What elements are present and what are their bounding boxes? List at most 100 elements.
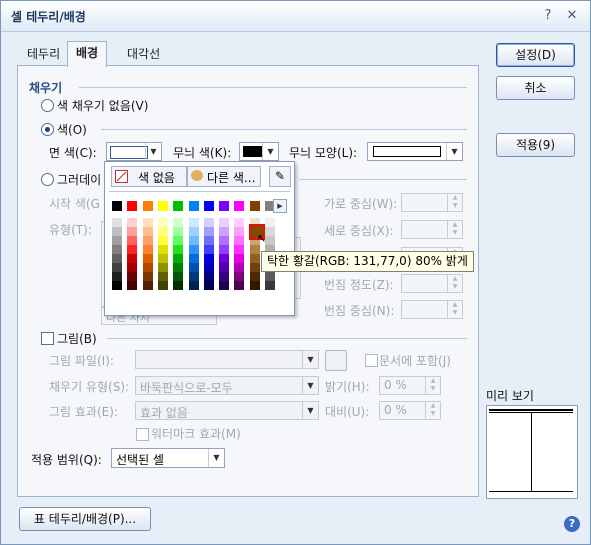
- color-swatch[interactable]: [265, 227, 275, 236]
- brightness-spinner[interactable]: 0 % ▲ ▼: [379, 376, 441, 395]
- gradient-radio[interactable]: [41, 173, 54, 186]
- color-swatch[interactable]: [142, 263, 153, 272]
- color-swatch[interactable]: [203, 227, 214, 236]
- color-swatch[interactable]: [157, 236, 168, 245]
- pattern-shape-picker[interactable]: ▼: [367, 142, 463, 161]
- color-swatch[interactable]: [127, 263, 138, 272]
- color-swatch[interactable]: [265, 272, 275, 281]
- table-border-background-button[interactable]: 표 테두리/배경(P)...: [19, 507, 151, 531]
- apply-scope-combo[interactable]: 선택된 셀 ▼: [111, 448, 225, 468]
- color-swatch[interactable]: [112, 201, 122, 211]
- color-swatch[interactable]: [219, 227, 230, 236]
- color-swatch[interactable]: [234, 236, 245, 245]
- fill-type-combo[interactable]: 바둑판식으로-모두 ▼: [135, 376, 319, 395]
- tab-background[interactable]: 배경: [67, 41, 108, 67]
- h-center-spinner[interactable]: ▲ ▼: [401, 193, 463, 212]
- color-swatch[interactable]: [142, 245, 153, 254]
- color-swatch[interactable]: [203, 272, 214, 281]
- color-swatch[interactable]: [234, 254, 245, 263]
- eyedropper-icon[interactable]: ✎: [269, 166, 291, 187]
- color-swatch[interactable]: [234, 201, 245, 211]
- color-swatch[interactable]: [234, 281, 245, 290]
- blur-degree-spinner[interactable]: ▲ ▼: [401, 274, 463, 293]
- color-swatch[interactable]: [219, 263, 230, 272]
- no-fill-radio[interactable]: [41, 99, 54, 112]
- color-swatch[interactable]: [173, 281, 184, 290]
- color-swatch[interactable]: [173, 201, 184, 211]
- color-swatch[interactable]: [234, 272, 245, 281]
- close-icon[interactable]: ✕: [563, 7, 581, 25]
- color-swatch[interactable]: [142, 254, 153, 263]
- color-swatch[interactable]: [265, 218, 275, 227]
- color-swatch[interactable]: [112, 254, 122, 263]
- color-swatch[interactable]: [142, 281, 153, 290]
- browse-folder-icon[interactable]: [325, 350, 347, 371]
- color-swatch[interactable]: [127, 227, 138, 236]
- pattern-color-picker[interactable]: ▼: [239, 142, 279, 161]
- color-swatch[interactable]: [112, 263, 122, 272]
- ok-button[interactable]: 설정(D): [496, 43, 575, 67]
- color-swatch[interactable]: [203, 254, 214, 263]
- color-radio[interactable]: [41, 123, 54, 136]
- color-swatch[interactable]: [219, 236, 230, 245]
- color-swatch[interactable]: [249, 254, 260, 263]
- picture-effect-combo[interactable]: 효과 없음 ▼: [135, 401, 319, 420]
- color-swatch[interactable]: [173, 236, 184, 245]
- color-swatch[interactable]: [188, 201, 199, 211]
- color-swatch[interactable]: [142, 236, 153, 245]
- color-swatch[interactable]: [188, 245, 199, 254]
- color-swatch[interactable]: [219, 281, 230, 290]
- color-swatch[interactable]: [203, 201, 214, 211]
- v-center-spinner[interactable]: ▲ ▼: [401, 220, 463, 239]
- help-icon[interactable]: ?: [539, 7, 557, 25]
- cancel-button[interactable]: 취소: [496, 76, 575, 100]
- color-swatch[interactable]: [173, 272, 184, 281]
- color-swatch[interactable]: [249, 272, 260, 281]
- color-swatch[interactable]: [188, 272, 199, 281]
- help-icon[interactable]: ?: [564, 516, 580, 532]
- color-swatch[interactable]: [157, 263, 168, 272]
- watermark-checkbox[interactable]: [136, 428, 149, 441]
- tab-diagonal[interactable]: 대각선: [119, 43, 168, 65]
- color-swatch[interactable]: [188, 281, 199, 290]
- no-color-button[interactable]: 색 없음: [111, 166, 187, 187]
- color-swatch[interactable]: [234, 263, 245, 272]
- color-swatch[interactable]: [203, 245, 214, 254]
- color-swatch[interactable]: [188, 254, 199, 263]
- color-swatch[interactable]: [219, 254, 230, 263]
- picture-checkbox[interactable]: [41, 332, 54, 345]
- color-swatch[interactable]: [112, 218, 122, 227]
- color-swatch[interactable]: [157, 254, 168, 263]
- color-swatch[interactable]: [127, 281, 138, 290]
- color-swatch[interactable]: [249, 201, 260, 211]
- face-color-picker[interactable]: ▼: [106, 142, 162, 161]
- color-swatch[interactable]: [127, 201, 138, 211]
- color-swatch[interactable]: [157, 272, 168, 281]
- color-swatch[interactable]: [219, 218, 230, 227]
- color-swatch[interactable]: [173, 227, 184, 236]
- apply-button[interactable]: 적용(9): [496, 133, 575, 157]
- color-swatch[interactable]: [142, 272, 153, 281]
- color-swatch[interactable]: [188, 263, 199, 272]
- color-swatch[interactable]: [142, 201, 153, 211]
- color-swatch[interactable]: [173, 263, 184, 272]
- color-swatch[interactable]: [112, 236, 122, 245]
- color-swatch[interactable]: [234, 227, 245, 236]
- color-swatch[interactable]: [265, 236, 275, 245]
- more-colors-arrow-icon[interactable]: ▶: [273, 199, 287, 213]
- color-swatch[interactable]: [112, 245, 122, 254]
- color-swatch[interactable]: [127, 245, 138, 254]
- color-swatch[interactable]: [127, 272, 138, 281]
- color-swatch[interactable]: [127, 254, 138, 263]
- color-swatch[interactable]: [173, 254, 184, 263]
- color-swatch[interactable]: [112, 227, 122, 236]
- color-swatch[interactable]: [157, 218, 168, 227]
- color-swatch[interactable]: [173, 245, 184, 254]
- color-swatch[interactable]: [249, 245, 260, 254]
- color-swatch[interactable]: [142, 227, 153, 236]
- color-swatch[interactable]: [127, 236, 138, 245]
- other-color-button[interactable]: 다른 색...: [187, 166, 261, 187]
- color-swatch[interactable]: [112, 281, 122, 290]
- color-swatch[interactable]: [188, 236, 199, 245]
- color-swatch[interactable]: [249, 263, 260, 272]
